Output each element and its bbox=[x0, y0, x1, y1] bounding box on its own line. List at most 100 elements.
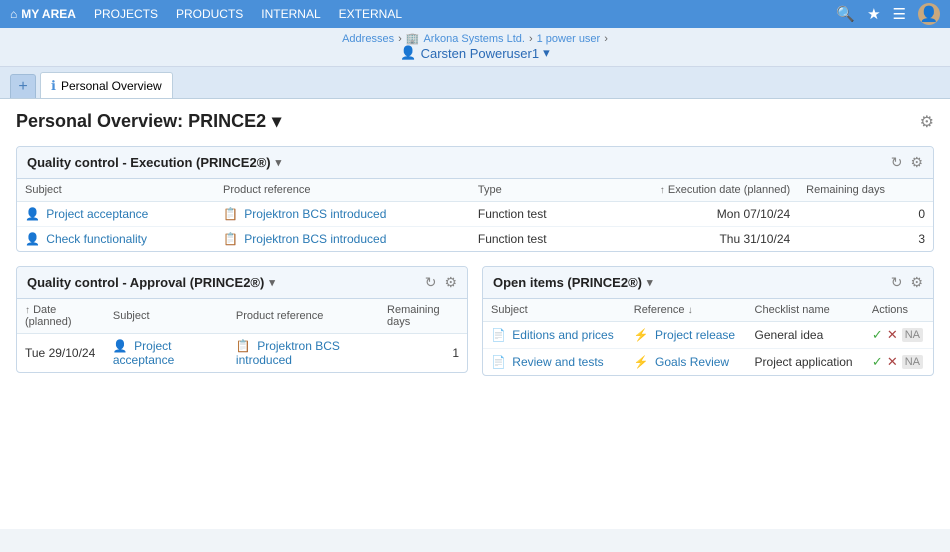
open-items-actions: ↻ ⚙ bbox=[891, 274, 923, 291]
refresh-icon[interactable]: ↻ bbox=[425, 274, 437, 291]
tab-label: Personal Overview bbox=[61, 79, 162, 93]
filter-icon[interactable]: ⚙ bbox=[920, 112, 934, 132]
table-row: 📄 Review and tests ⚡ Goals Review Projec… bbox=[483, 349, 933, 376]
nav-internal[interactable]: INTERNAL bbox=[261, 7, 320, 21]
cell-date: Tue 29/10/24 bbox=[17, 334, 105, 373]
nav-projects[interactable]: PROJECTS bbox=[94, 7, 158, 21]
action-check-btn[interactable]: ✓ bbox=[872, 354, 883, 370]
open-items-section: Open items (PRINCE2®) ▾ ↻ ⚙ Subject Refe… bbox=[482, 266, 934, 376]
th-subject: Subject bbox=[105, 299, 228, 334]
cell-remaining-days: 1 bbox=[379, 334, 467, 373]
th-checklist-name: Checklist name bbox=[747, 299, 864, 322]
checklist-icon: 📄 bbox=[491, 355, 506, 369]
settings-icon[interactable]: ⚙ bbox=[444, 274, 457, 291]
table-row: Tue 29/10/24 👤 Project acceptance 📋 Proj… bbox=[17, 334, 467, 373]
menu-icon[interactable]: ☰ bbox=[893, 5, 906, 23]
quality-approval-table: ↑ Date (planned) Subject Product referen… bbox=[17, 299, 467, 372]
action-na-btn[interactable]: NA bbox=[902, 355, 923, 369]
subject-link[interactable]: Check functionality bbox=[46, 232, 147, 246]
star-icon[interactable]: ★ bbox=[867, 5, 880, 23]
cell-reference: ⚡ Project release bbox=[626, 322, 747, 349]
search-icon[interactable]: 🔍 bbox=[836, 5, 855, 23]
cell-checklist-name: Project application bbox=[747, 349, 864, 376]
action-na-btn[interactable]: NA bbox=[902, 328, 923, 342]
subject-link[interactable]: Review and tests bbox=[512, 355, 603, 369]
breadcrumb-user[interactable]: 👤 Carsten Poweruser1 ▾ bbox=[400, 45, 549, 61]
th-subject: Subject bbox=[17, 179, 215, 202]
product-ref-link[interactable]: Projektron BCS introduced bbox=[244, 207, 386, 221]
open-items-header: Open items (PRINCE2®) ▾ ↻ ⚙ bbox=[483, 267, 933, 299]
breadcrumb-path: Addresses › 🏢 Arkona Systems Ltd. › 1 po… bbox=[342, 32, 608, 45]
action-check-btn[interactable]: ✓ bbox=[872, 327, 883, 343]
cell-reference: ⚡ Goals Review bbox=[626, 349, 747, 376]
two-col-layout: Quality control - Approval (PRINCE2®) ▾ … bbox=[16, 266, 934, 390]
nav-products[interactable]: PRODUCTS bbox=[176, 7, 243, 21]
subject-link[interactable]: Editions and prices bbox=[512, 328, 613, 342]
cell-checklist-name: General idea bbox=[747, 322, 864, 349]
th-execution-date[interactable]: ↑ Execution date (planned) bbox=[590, 179, 798, 202]
refresh-icon[interactable]: ↻ bbox=[891, 274, 903, 291]
col-right: Open items (PRINCE2®) ▾ ↻ ⚙ Subject Refe… bbox=[482, 266, 934, 390]
nav-left: ⌂ MY AREA PROJECTS PRODUCTS INTERNAL EXT… bbox=[10, 7, 402, 21]
breadcrumb-addresses[interactable]: Addresses bbox=[342, 33, 394, 45]
open-items-chevron[interactable]: ▾ bbox=[647, 276, 653, 289]
breadcrumb-poweruser[interactable]: 1 power user bbox=[537, 33, 601, 45]
th-date[interactable]: ↑ Date (planned) bbox=[17, 299, 105, 334]
settings-icon[interactable]: ⚙ bbox=[910, 154, 923, 171]
main-content: Personal Overview: PRINCE2 ▾ ⚙ Quality c… bbox=[0, 99, 950, 529]
action-x-btn[interactable]: ✕ bbox=[887, 354, 898, 370]
cell-product-ref: 📋 Projektron BCS introduced bbox=[215, 227, 470, 252]
page-title: Personal Overview: PRINCE2 ▾ bbox=[16, 111, 281, 132]
th-remaining-days: Remaining days bbox=[379, 299, 467, 334]
quality-execution-table: Subject Product reference Type ↑ Executi… bbox=[17, 179, 933, 251]
plus-icon: + bbox=[18, 78, 27, 96]
cell-subject: 📄 Editions and prices bbox=[483, 322, 626, 349]
table-row: 👤 Project acceptance 📋 Projektron BCS in… bbox=[17, 202, 933, 227]
quality-approval-title-text: Quality control - Approval (PRINCE2®) bbox=[27, 275, 264, 290]
avatar-image: 👤 bbox=[920, 5, 939, 23]
cell-type: Function test bbox=[470, 227, 590, 252]
nav-right: 🔍 ★ ☰ 👤 bbox=[836, 3, 940, 25]
product-ref-link[interactable]: Projektron BCS introduced bbox=[244, 232, 386, 246]
person-icon: 👤 bbox=[25, 207, 40, 221]
action-buttons: ✓ ✕ NA bbox=[872, 327, 925, 343]
breadcrumb-icon-building: 🏢 bbox=[406, 32, 420, 45]
breadcrumb-company[interactable]: Arkona Systems Ltd. bbox=[423, 33, 525, 45]
nav-external[interactable]: EXTERNAL bbox=[339, 7, 402, 21]
th-subject: Subject bbox=[483, 299, 626, 322]
action-x-btn[interactable]: ✕ bbox=[887, 327, 898, 343]
tab-info-icon: ℹ bbox=[51, 78, 56, 94]
cell-subject: 👤 Project acceptance bbox=[17, 202, 215, 227]
settings-icon[interactable]: ⚙ bbox=[910, 274, 923, 291]
breadcrumb-bar: Addresses › 🏢 Arkona Systems Ltd. › 1 po… bbox=[0, 28, 950, 67]
action-buttons: ✓ ✕ NA bbox=[872, 354, 925, 370]
open-items-title: Open items (PRINCE2®) ▾ bbox=[493, 275, 653, 290]
th-type: Type bbox=[470, 179, 590, 202]
col-left: Quality control - Approval (PRINCE2®) ▾ … bbox=[16, 266, 468, 390]
subject-link[interactable]: Project acceptance bbox=[46, 207, 148, 221]
th-product-ref: Product reference bbox=[228, 299, 379, 334]
quality-approval-chevron[interactable]: ▾ bbox=[269, 276, 275, 289]
quality-approval-title: Quality control - Approval (PRINCE2®) ▾ bbox=[27, 275, 275, 290]
page-title-dropdown-icon[interactable]: ▾ bbox=[272, 111, 281, 132]
cell-remaining-days: 3 bbox=[798, 227, 933, 252]
product-ref-link[interactable]: Projektron BCS introduced bbox=[236, 339, 340, 367]
reference-link[interactable]: Goals Review bbox=[655, 355, 729, 369]
reference-link[interactable]: Project release bbox=[655, 328, 735, 342]
brand-logo[interactable]: ⌂ MY AREA bbox=[10, 7, 76, 21]
add-tab-button[interactable]: + bbox=[10, 74, 36, 98]
product-icon: 📋 bbox=[223, 207, 238, 221]
cell-actions: ✓ ✕ NA bbox=[864, 349, 933, 376]
page-title-text: Personal Overview: PRINCE2 bbox=[16, 111, 266, 132]
table-row: 📄 Editions and prices ⚡ Project release … bbox=[483, 322, 933, 349]
quality-approval-section: Quality control - Approval (PRINCE2®) ▾ … bbox=[16, 266, 468, 373]
cell-subject: 👤 Check functionality bbox=[17, 227, 215, 252]
open-items-title-text: Open items (PRINCE2®) bbox=[493, 275, 642, 290]
cell-execution-date: Mon 07/10/24 bbox=[590, 202, 798, 227]
th-reference[interactable]: Reference ↓ bbox=[626, 299, 747, 322]
tab-personal-overview[interactable]: ℹ Personal Overview bbox=[40, 72, 173, 98]
refresh-icon[interactable]: ↻ bbox=[891, 154, 903, 171]
top-navigation: ⌂ MY AREA PROJECTS PRODUCTS INTERNAL EXT… bbox=[0, 0, 950, 28]
quality-execution-chevron[interactable]: ▾ bbox=[276, 156, 282, 169]
avatar[interactable]: 👤 bbox=[918, 3, 940, 25]
